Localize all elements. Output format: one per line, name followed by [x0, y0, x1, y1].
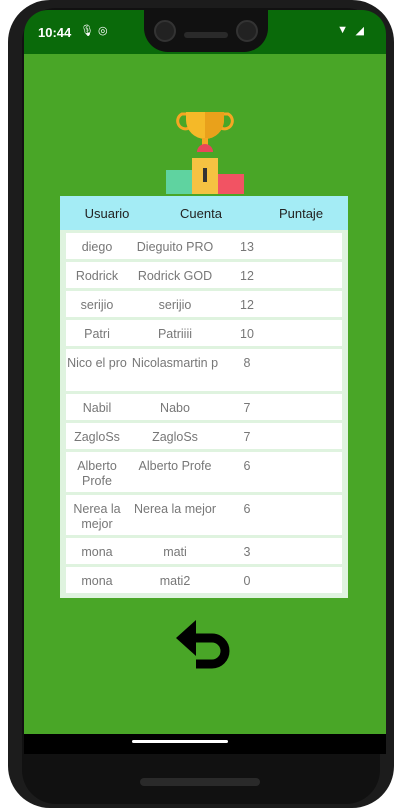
camera-notch [144, 10, 268, 52]
earpiece-speaker [184, 32, 228, 38]
cell-puntaje: 6 [243, 502, 251, 516]
cell-usuario: Nico el pro [67, 356, 127, 370]
column-header-usuario: Usuario [84, 206, 130, 221]
column-header-cuenta: Cuenta [180, 206, 222, 221]
table-row: Patri Patriiii 10 [66, 320, 342, 346]
cell-cuenta: Dieguito PRO [136, 240, 214, 254]
cell-cuenta: ZagloSs [152, 430, 198, 444]
leaderboard-screen: Usuario Cuenta Puntaje diego Dieguito PRO… [24, 54, 386, 734]
table-row: Rodrick Rodrick GOD 12 [66, 262, 342, 288]
cell-puntaje: 8 [243, 356, 251, 370]
cell-cuenta: Alberto Profe [138, 459, 212, 473]
table-row: Nabil Nabo 7 [66, 394, 342, 420]
leaderboard-table: Usuario Cuenta Puntaje diego Dieguito PRO… [60, 196, 348, 598]
cell-puntaje: 12 [240, 269, 254, 283]
cell-cuenta: Rodrick GOD [137, 269, 213, 283]
status-time: 10:44 [38, 25, 72, 40]
cell-cuenta: mati [163, 545, 187, 559]
cell-usuario: mona [81, 574, 113, 588]
cell-usuario: Alberto Profe [77, 459, 117, 488]
cell-cuenta: mati2 [159, 574, 191, 588]
cell-usuario: Rodrick [75, 269, 119, 283]
cell-puntaje: 3 [243, 545, 251, 559]
column-header-puntaje: Puntaje [278, 206, 324, 221]
cell-cuenta: Nabo [160, 401, 190, 415]
table-row: Alberto Profe Alberto Profe 6 [66, 452, 342, 492]
cell-puntaje: 12 [240, 298, 254, 312]
table-header: Usuario Cuenta Puntaje [60, 196, 348, 230]
cell-usuario: serijio [80, 298, 114, 312]
cell-puntaje: 10 [240, 327, 254, 341]
front-camera-left [154, 20, 176, 42]
cell-usuario: Patri [84, 327, 110, 341]
cell-puntaje: 7 [243, 430, 251, 444]
screen: 10:44 🎙 ◎ ▼ ◢ Usuario Cuenta Puntaje die… [24, 10, 386, 754]
cell-puntaje: 13 [240, 240, 254, 254]
table-row: serijio serijio 12 [66, 291, 342, 317]
table-row: mona mati2 0 [66, 567, 342, 593]
cell-cuenta: Nicolasmartin p [131, 356, 219, 370]
status-bar: 10:44 🎙 ◎ ▼ ◢ [24, 10, 386, 54]
trophy-podium-icon [166, 112, 244, 194]
home-gesture-pill[interactable] [132, 740, 228, 743]
table-row: ZagloSs ZagloSs 7 [66, 423, 342, 449]
table-row: Nico el pro Nicolasmartin p 8 [66, 349, 342, 391]
bottom-speaker [140, 778, 260, 786]
cell-usuario: ZagloSs [74, 430, 120, 444]
table-row: diego Dieguito PRO 13 [66, 233, 342, 259]
mic-icon: 🎙 [80, 25, 94, 37]
app-notification-icon: ◎ [98, 25, 108, 37]
cell-cuenta: Nerea la mejor [134, 502, 216, 516]
cell-cuenta: Patriiii [157, 327, 193, 341]
cell-cuenta: serijio [158, 298, 192, 312]
table-row: mona mati 3 [66, 538, 342, 564]
front-camera-right [236, 20, 258, 42]
cell-usuario: diego [81, 240, 113, 254]
navigation-bar [24, 734, 386, 754]
table-row: Nerea la mejor Nerea la mejor 6 [66, 495, 342, 535]
wifi-icon: ▼ [337, 24, 348, 36]
cell-usuario: Nerea la mejor [73, 502, 121, 531]
cell-puntaje: 6 [243, 459, 251, 473]
undo-arrow-icon[interactable] [174, 614, 236, 670]
cell-puntaje: 0 [243, 574, 251, 588]
cell-usuario: mona [81, 545, 113, 559]
cell-puntaje: 7 [243, 401, 251, 415]
signal-icon: ◢ [355, 25, 364, 37]
cell-usuario: Nabil [82, 401, 112, 415]
